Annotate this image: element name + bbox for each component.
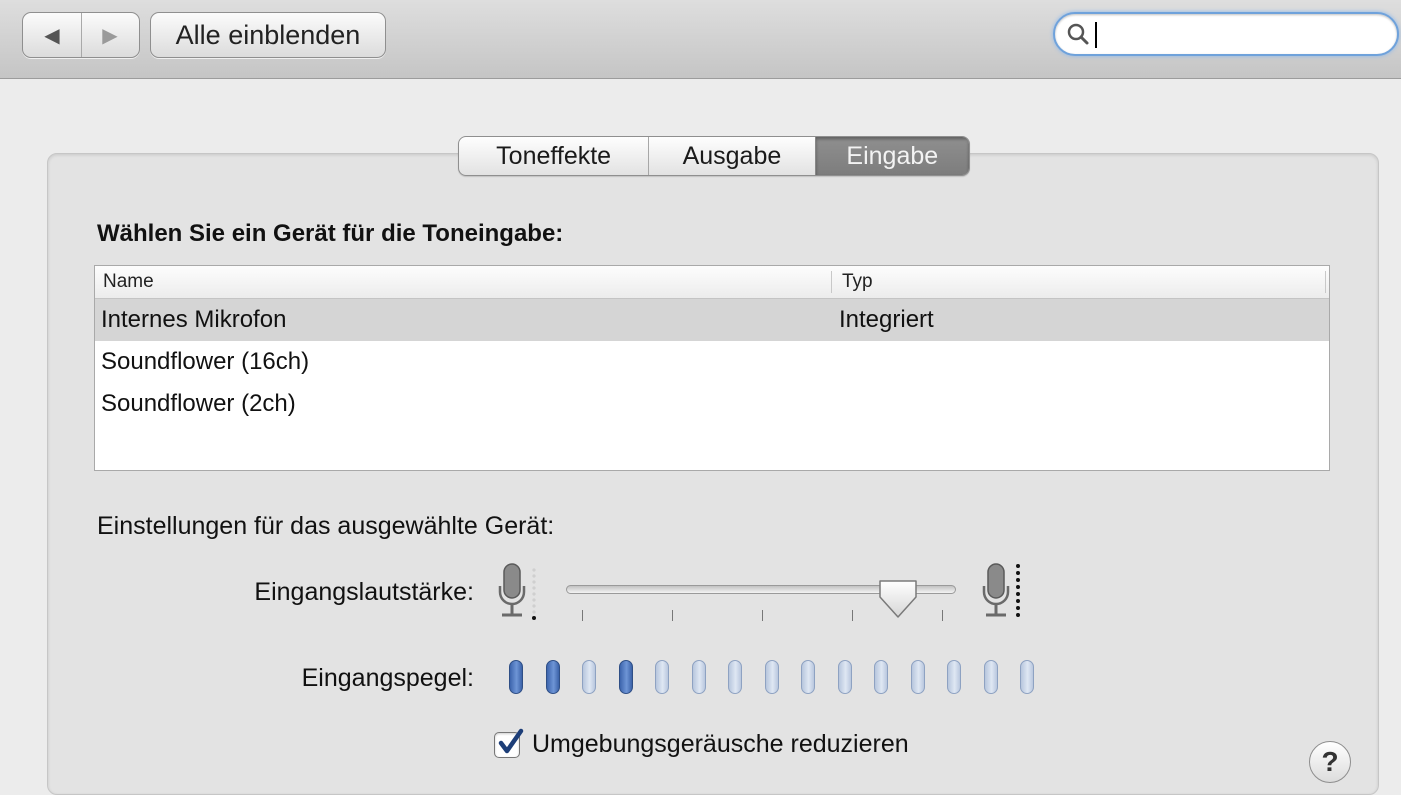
level-bar (838, 660, 852, 694)
back-button[interactable]: ◀ (23, 13, 82, 57)
slider-tick (852, 610, 853, 621)
level-bar (947, 660, 961, 694)
slider-thumb[interactable] (877, 578, 919, 620)
level-bar (728, 660, 742, 694)
forward-arrow-icon: ▶ (102, 24, 118, 47)
tab-label: Eingabe (846, 141, 939, 170)
level-bar (582, 660, 596, 694)
search-icon (1067, 23, 1089, 45)
level-bar (546, 660, 560, 694)
level-bar (984, 660, 998, 694)
table-row[interactable]: Soundflower (2ch) (95, 383, 1329, 425)
level-bar (1020, 660, 1034, 694)
tab-toneffekte[interactable]: Toneffekte (459, 137, 650, 175)
microphone-high-icon (982, 563, 1020, 617)
device-name: Soundflower (2ch) (101, 390, 296, 417)
tab-ausgabe[interactable]: Ausgabe (649, 137, 816, 175)
help-button[interactable]: ? (1309, 741, 1351, 783)
table-header: Name Typ (95, 266, 1329, 299)
settings-title: Einstellungen für das ausgewählte Gerät: (97, 512, 555, 540)
input-volume-label: Eingangslautstärke: (254, 578, 474, 606)
level-bar (619, 660, 633, 694)
tab-bar: Toneffekte Ausgabe Eingabe (458, 136, 970, 176)
show-all-button[interactable]: Alle einblenden (150, 12, 386, 58)
column-divider (1325, 271, 1326, 293)
input-level-label: Eingangspegel: (301, 664, 474, 692)
toolbar: ◀ ▶ Alle einblenden (0, 0, 1401, 79)
slider-tick (582, 610, 583, 621)
noise-reduction-label[interactable]: Umgebungsgeräusche reduzieren (532, 730, 909, 759)
device-type: Integriert (839, 306, 934, 333)
table-row[interactable]: Soundflower (16ch) (95, 341, 1329, 383)
level-bar (911, 660, 925, 694)
show-all-label: Alle einblenden (175, 19, 361, 50)
column-header-typ[interactable]: Typ (831, 271, 873, 293)
tab-label: Ausgabe (682, 141, 782, 170)
slider-tick (672, 610, 673, 621)
back-arrow-icon: ◀ (44, 24, 60, 47)
device-section-title: Wählen Sie ein Gerät für die Toneingabe: (97, 220, 564, 247)
device-name: Soundflower (16ch) (101, 348, 310, 375)
table-row[interactable]: Internes Mikrofon Integriert (95, 299, 1329, 341)
microphone-low-icon (498, 563, 536, 620)
level-bar (509, 660, 523, 694)
level-bar (801, 660, 815, 694)
level-bar (874, 660, 888, 694)
forward-button[interactable]: ▶ (81, 13, 139, 57)
device-name: Internes Mikrofon (101, 306, 287, 333)
navigation-segmented-control: ◀ ▶ (22, 12, 140, 58)
level-bar (692, 660, 706, 694)
help-icon: ? (1321, 746, 1339, 777)
noise-reduction-checkbox[interactable] (494, 728, 524, 758)
sound-panel (47, 153, 1379, 795)
column-header-name[interactable]: Name (103, 271, 154, 293)
level-bar (655, 660, 669, 694)
tab-eingabe[interactable]: Eingabe (815, 137, 969, 175)
checkmark-icon (498, 728, 524, 754)
text-cursor (1095, 22, 1097, 48)
tab-label: Toneffekte (496, 141, 612, 170)
slider-tick (942, 610, 943, 621)
level-bar (765, 660, 779, 694)
slider-tick (762, 610, 763, 621)
search-field[interactable] (1053, 12, 1399, 56)
device-table[interactable]: Name Typ Internes Mikrofon Integriert So… (94, 265, 1330, 471)
